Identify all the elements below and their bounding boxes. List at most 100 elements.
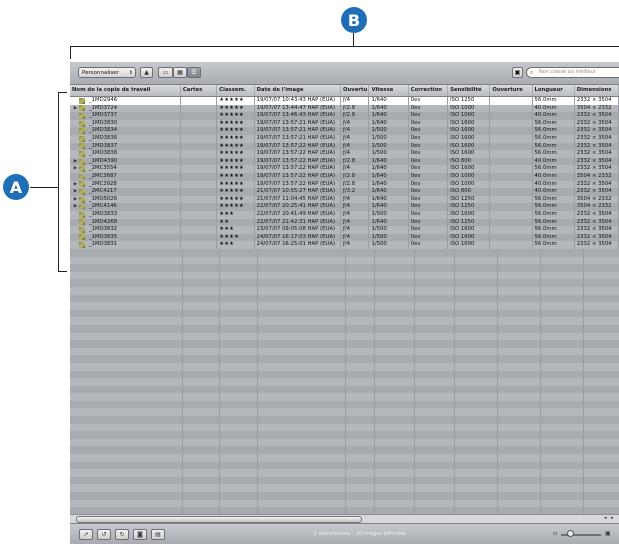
image-name: _1MD3835 (89, 233, 118, 240)
name-cell: _1MD3737 (70, 112, 181, 120)
table-row[interactable]: ▶ _2MC3554 ★★★★★ 19/07/07 13:57:22 HAP (ÉUA… (70, 165, 619, 173)
image-name: _1MD3831 (89, 241, 118, 248)
aperture-cell: ƒ/4 (341, 210, 370, 219)
date-cell: 21/07/07 11:04:45 HAP (ÉUA) (255, 195, 341, 204)
correction-cell: 0ev (409, 134, 449, 143)
column-divider (257, 249, 258, 515)
thumbnail-icon (79, 211, 85, 218)
disclosure-triangle-icon[interactable]: ▶ (72, 158, 79, 166)
zoom-slider-knob[interactable] (567, 530, 574, 537)
list-view-icon[interactable]: ☰ (187, 67, 201, 78)
column-header[interactable]: Cartes (181, 85, 218, 96)
dims-cell: 2332 × 3504 (575, 97, 619, 105)
view-popup[interactable]: Personnaliser ⇕ (78, 67, 136, 78)
table-row[interactable]: _1MD3835 ★★★★ 24/07/07 16:17:03 HAP (ÉUA) ƒ… (70, 233, 619, 242)
disclosure-triangle-icon[interactable]: ▶ (72, 165, 79, 173)
table-row[interactable]: ▶ _1MD4390 ★★★★★ 19/07/07 13:57:22 HAP (ÉUA… (70, 157, 619, 166)
column-header[interactable]: Dimensions (575, 85, 619, 96)
table-row[interactable]: _1MD3832 ★★★ 23/07/07 09:05:08 HAP (ÉUA) ƒ/… (70, 226, 619, 234)
aperture-cell: ƒ/4 (341, 165, 370, 173)
image-name: _2MC3928 (89, 180, 117, 187)
stamp-tool-icon[interactable]: ▤ (151, 529, 165, 540)
status-text: 1 sélectionnée – 20 images affichées (313, 531, 407, 537)
column-header[interactable]: Classem. (217, 85, 255, 96)
aperture-cell: ƒ/2.8 (341, 180, 370, 189)
image-name: _1MD4268 (89, 218, 118, 225)
column-header[interactable]: Longueur (533, 85, 575, 96)
iso-cell: ISO 1600 (448, 142, 491, 151)
table-row[interactable]: _1MD3834 ★★★★★ 19/07/07 13:57:21 HAP (ÉUA)… (70, 127, 619, 135)
rotate-left-icon[interactable]: ↺ (97, 529, 111, 540)
column-header[interactable]: Ouverture (490, 85, 533, 96)
iso-cell: ISO 800 (448, 157, 491, 166)
name-cell: _1MD3834 (70, 127, 181, 135)
date-cell: 19/07/07 13:57:22 HAP (ÉUA) (255, 172, 341, 181)
disclosure-triangle-icon[interactable]: ▶ (72, 196, 79, 204)
correction-cell: 0ev (409, 188, 449, 196)
lift-tool-icon[interactable]: ◙ (133, 529, 147, 540)
stack-up-icon[interactable]: ▲ (140, 67, 153, 78)
dims-cell: 2332 × 3504 (575, 188, 619, 196)
pointer-tool-icon[interactable]: ➚ (79, 529, 93, 540)
empty-cell (181, 112, 218, 120)
stars-cell: ★★★ (217, 226, 255, 234)
table-row[interactable]: _1MD3837 ★★★★★ 19/07/07 13:57:22 HAP (ÉUA)… (70, 142, 619, 151)
rotate-right-icon[interactable]: ↻ (115, 529, 129, 540)
table-row[interactable]: ▶ _1MD5026 ★★★★★ 21/07/07 11:04:45 HAP (ÉUA… (70, 195, 619, 204)
name-cell: _2MC3687 (70, 172, 181, 181)
name-cell: ▶ _2MC4146 (70, 203, 181, 211)
iso-cell: ISO 1600 (448, 165, 491, 173)
thumbnail-icon (79, 97, 85, 104)
correction-cell: 0ev (409, 210, 449, 219)
grid-view-icon[interactable]: ▦ (173, 67, 187, 78)
date-cell: 19/07/07 13:57:21 HAP (ÉUA) (255, 127, 341, 135)
table-row[interactable]: ▶ _2MC3928 ★★★★★ 19/07/07 13:57:22 HAP (ÉUA… (70, 180, 619, 189)
disclosure-triangle-icon[interactable]: ▶ (72, 181, 79, 189)
image-name: _1MD5026 (89, 195, 118, 202)
image-name: _1MD3836 (89, 134, 118, 141)
table-row[interactable]: _2MC3687 ★★★★★ 19/07/07 13:57:22 HAP (ÉUA)… (70, 172, 619, 181)
speed-cell: 1/500 (369, 233, 409, 242)
column-header[interactable]: Correction (409, 85, 449, 96)
viewer-icon[interactable]: ▣ (512, 67, 523, 78)
scroll-left-icon[interactable]: ◂ (604, 515, 607, 521)
column-header[interactable]: Ouvertu (341, 85, 370, 96)
disclosure-triangle-icon[interactable]: ▶ (72, 203, 79, 211)
table-row[interactable]: _1MD3831 ★★★ 24/07/07 16:25:01 HAP (ÉUA) ƒ/… (70, 241, 619, 249)
table-row[interactable]: _1MD3838 ★★★★★ 19/07/07 13:57:22 HAP (ÉUA)… (70, 150, 619, 158)
stars-cell: ★★★★ (217, 233, 255, 242)
table-row[interactable]: _1MD4268 ★★ 22/07/07 21:42:31 HAP (ÉUA) ƒ/4… (70, 218, 619, 227)
table-row[interactable]: _1MD3833 ★★★ 22/07/07 20:41:49 HAP (ÉUA) ƒ/… (70, 210, 619, 219)
table-row[interactable]: ▶ _2MC4217 ★★★★★ 21/07/07 10:55:27 HAP (ÉUA… (70, 188, 619, 196)
table-row[interactable]: _1MD2946 ★★★★★ 19/07/07 10:43:43 HAP (ÉUA)… (70, 97, 619, 105)
search-input[interactable]: ⌕ Non classé ou meilleur (526, 67, 619, 78)
table-row[interactable]: ▶ _1MD3724 ★★★★★ 19/07/07 13:44:47 HAP (ÉUA… (70, 104, 619, 113)
table-row[interactable]: ▶ _2MC4146 ★★★★★ 22/07/07 20:25:41 HAP (ÉUA… (70, 203, 619, 211)
horizontal-scrollbar[interactable]: ◂ ▸ (70, 514, 619, 523)
scroll-right-icon[interactable]: ▸ (611, 515, 614, 521)
focal-cell: 56.0mm (533, 150, 575, 158)
disclosure-triangle-icon[interactable]: ▶ (72, 105, 79, 113)
column-header[interactable]: Nom de la copie de travail (70, 85, 181, 96)
table-row[interactable]: _1MD3737 ★★★★★ 19/07/07 13:46:43 HAP (ÉUA)… (70, 112, 619, 120)
column-header[interactable]: Sensibilité (448, 85, 491, 96)
focal-cell: 40.0mm (533, 188, 575, 196)
column-header[interactable]: Date de l'image (255, 85, 341, 96)
scrollbar-knob[interactable] (76, 516, 362, 523)
aperture-cell: ƒ/4 (341, 218, 370, 227)
image-name: _1MD3724 (89, 104, 118, 111)
zoom-small-icon: ▫ (553, 530, 558, 537)
browser-toolbar: Personnaliser ⇕ ▲ ▭ ▦ ☰ ▣ ⌕ Non classé o… (70, 62, 619, 85)
image-name: _1MD3833 (89, 210, 118, 217)
disclosure-triangle-icon[interactable]: ▶ (72, 188, 79, 196)
filmstrip-view-icon[interactable]: ▭ (158, 67, 173, 78)
correction-cell: 0ev (409, 97, 449, 105)
table-row[interactable]: _1MD3830 ★★★★★ 19/07/07 13:57:21 HAP (ÉUA)… (70, 119, 619, 128)
empty-cell (490, 119, 533, 128)
table-row[interactable]: _1MD3836 ★★★★★ 19/07/07 13:57:21 HAP (ÉUA)… (70, 134, 619, 143)
empty-cell (490, 233, 533, 242)
focal-cell: 56.0mm (533, 226, 575, 234)
column-header[interactable]: Vitesse (369, 85, 409, 96)
image-name: _2MC4217 (89, 188, 117, 195)
empty-cell (490, 150, 533, 158)
